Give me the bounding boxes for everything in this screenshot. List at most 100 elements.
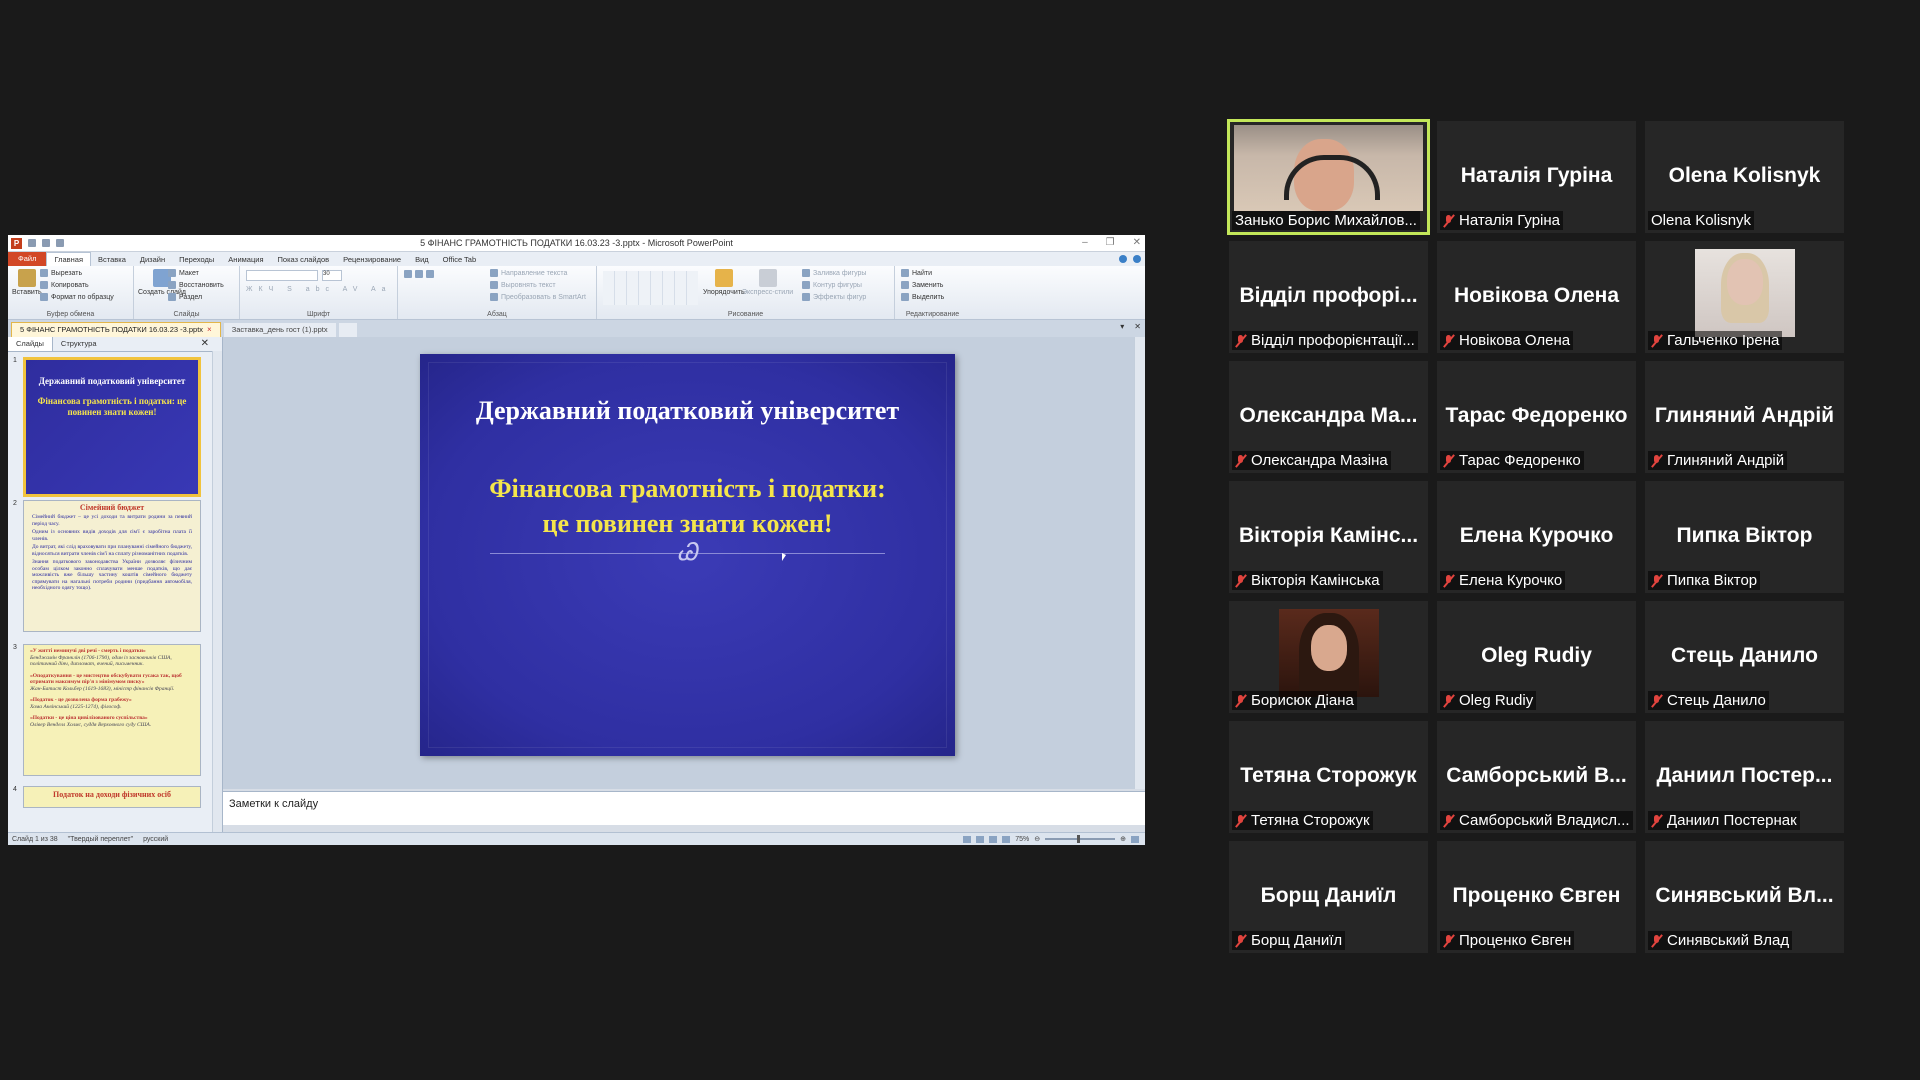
copy-button[interactable]: Копировать — [40, 281, 89, 289]
fit-slide-icon[interactable] — [1131, 835, 1139, 843]
participant-display-name: Борщ Даниїл — [1260, 884, 1397, 907]
shapes-gallery[interactable] — [603, 271, 698, 305]
paste-button[interactable]: Вставить — [12, 269, 42, 296]
participant-display-name: Стець Данило — [1671, 644, 1818, 667]
reset-button[interactable]: Восстановить — [168, 281, 224, 289]
participant-tile[interactable]: Вікторія Камінс... Вікторія Камінська — [1229, 481, 1428, 593]
participant-tile[interactable]: Наталія Гуріна Наталія Гуріна — [1437, 121, 1636, 233]
replace-button[interactable]: Заменить — [901, 281, 943, 289]
participant-tile[interactable]: Новікова Олена Новікова Олена — [1437, 241, 1636, 353]
zoom-out-icon[interactable]: ⊖ — [1034, 835, 1040, 843]
align-text-button[interactable]: Выровнять текст — [490, 281, 556, 289]
text-direction-button[interactable]: Направление текста — [490, 269, 567, 277]
tab-review[interactable]: Рецензирование — [336, 255, 408, 264]
doc-tab[interactable]: Заставка_день гост (1).pptx — [223, 323, 336, 337]
participant-tile[interactable]: Даниил Постер... Даниил Постернак — [1645, 721, 1844, 833]
slide-title[interactable]: Державний податковий університет — [420, 396, 955, 426]
language[interactable]: русский — [143, 836, 168, 843]
find-button[interactable]: Найти — [901, 269, 932, 277]
tab-design[interactable]: Дизайн — [133, 255, 172, 264]
format-painter-button[interactable]: Формат по образцу — [40, 293, 114, 301]
doc-tab-active[interactable]: 5 ФІНАНС ГРАМОТНІСТЬ ПОДАТКИ 16.03.23 -3… — [11, 322, 221, 337]
participant-tile[interactable]: Самборський В... Самборський Владисл... — [1437, 721, 1636, 833]
participant-tile[interactable]: Елена Курочко Елена Курочко — [1437, 481, 1636, 593]
close-tab-icon[interactable]: × — [207, 323, 212, 337]
panel-scrollbar[interactable] — [212, 351, 222, 835]
section-button[interactable]: Раздел — [168, 293, 202, 301]
participant-tile[interactable]: Стець Данило Стець Данило — [1645, 601, 1844, 713]
bullets-button[interactable] — [404, 270, 434, 278]
ribbon-minimize-icon[interactable] — [1119, 255, 1127, 263]
slide-subtitle-line-1[interactable]: Фінансова грамотність і податки: — [420, 474, 955, 504]
canvas-scrollbar[interactable] — [1134, 337, 1145, 789]
participant-tile[interactable]: Відділ профорі... Відділ профорієнтації.… — [1229, 241, 1428, 353]
participant-tile[interactable]: Olena Kolisnyk Olena Kolisnyk — [1645, 121, 1844, 233]
zoom-in-icon[interactable]: ⊕ — [1120, 835, 1126, 843]
font-size-select[interactable]: 30 — [322, 270, 342, 281]
quick-styles-button[interactable]: Экспресс-стили — [742, 269, 793, 296]
normal-view-icon[interactable] — [963, 835, 972, 843]
slide-thumbnail-2[interactable]: 2 Сімейний бюджет Сімейний бюджет – це у… — [13, 500, 201, 632]
tab-outline[interactable]: Структура — [53, 337, 105, 351]
text-direction-icon — [490, 269, 498, 277]
close-icon[interactable]: ✕ — [1133, 237, 1141, 248]
minimize-icon[interactable]: – — [1082, 237, 1088, 248]
tab-office-tab[interactable]: Office Tab — [436, 255, 484, 264]
participant-tile[interactable]: Тарас Федоренко Тарас Федоренко — [1437, 361, 1636, 473]
slide-canvas[interactable]: Державний податковий університет Фінансо… — [223, 337, 1135, 789]
notes-pane[interactable]: Заметки к слайду — [223, 791, 1145, 825]
sorter-view-icon[interactable] — [976, 835, 985, 843]
tab-slides[interactable]: Слайды — [8, 337, 53, 351]
slide-thumbnail-3[interactable]: 3 «У житті неминучі дві речі - смерть і … — [13, 644, 201, 776]
restore-icon[interactable]: ❐ — [1106, 237, 1115, 248]
redo-icon[interactable] — [56, 239, 64, 247]
participant-tile[interactable]: Борисюк Діана — [1229, 601, 1428, 713]
shape-fill-button[interactable]: Заливка фигуры — [802, 269, 866, 277]
arrange-icon — [714, 269, 733, 287]
select-button[interactable]: Выделить — [901, 293, 944, 301]
participant-tile[interactable]: Гальченко Ірена — [1645, 241, 1844, 353]
slide-subtitle-line-2[interactable]: це повинен знати кожен! — [420, 509, 955, 539]
slide-thumbnail-1[interactable]: 1 Державний податковий університет Фінан… — [13, 357, 201, 497]
zoom-slider[interactable] — [1045, 835, 1116, 843]
close-document-icon[interactable]: ✕ — [1134, 322, 1141, 331]
zoom-level[interactable]: 75% — [1015, 836, 1029, 843]
tab-list-dropdown-icon[interactable]: ▾ — [1120, 322, 1124, 331]
tab-transitions[interactable]: Переходы — [172, 255, 221, 264]
cut-button[interactable]: Вырезать — [40, 269, 82, 277]
save-icon[interactable] — [28, 239, 36, 247]
slide-thumbnail-4[interactable]: 4 Податок на доходи фізичних осіб — [13, 786, 201, 808]
tab-slideshow[interactable]: Показ слайдов — [271, 255, 337, 264]
participant-tile[interactable]: Борщ Даниїл Борщ Даниїл — [1229, 841, 1428, 953]
participant-tile[interactable]: Синявський Вл... Синявський Влад — [1645, 841, 1844, 953]
new-tab-button[interactable] — [338, 323, 357, 337]
participant-tile[interactable]: Глиняний Андрій Глиняний Андрій — [1645, 361, 1844, 473]
font-style-buttons[interactable]: ЖКЧ S abc AV Aa — [246, 286, 392, 293]
tab-file[interactable]: Файл — [8, 252, 47, 266]
smartart-button[interactable]: Преобразовать в SmartArt — [490, 293, 586, 301]
layout-icon — [168, 269, 176, 277]
arrange-button[interactable]: Упорядочить — [703, 269, 745, 296]
slideshow-view-icon[interactable] — [1002, 835, 1011, 843]
mic-muted-icon — [1235, 334, 1247, 348]
tab-animation[interactable]: Анимация — [221, 255, 270, 264]
copy-icon — [40, 281, 48, 289]
participant-tile[interactable]: Тетяна Сторожук Тетяна Сторожук — [1229, 721, 1428, 833]
reading-view-icon[interactable] — [989, 835, 998, 843]
shape-effects-button[interactable]: Эффекты фигур — [802, 293, 866, 301]
participant-tile[interactable]: Пипка Віктор Пипка Віктор — [1645, 481, 1844, 593]
help-icon[interactable] — [1133, 255, 1141, 263]
close-panel-icon[interactable]: ✕ — [193, 337, 217, 351]
layout-button[interactable]: Макет — [168, 269, 199, 277]
slide-1[interactable]: Державний податковий університет Фінансо… — [420, 354, 955, 756]
tab-insert[interactable]: Вставка — [91, 255, 133, 264]
participant-tile-active-speaker[interactable]: Занько Борис Михайлов... — [1227, 119, 1430, 235]
tab-home[interactable]: Главная — [46, 252, 91, 266]
shape-outline-button[interactable]: Контур фигуры — [802, 281, 862, 289]
participant-tile[interactable]: Олександра Ма... Олександра Мазіна — [1229, 361, 1428, 473]
participant-tile[interactable]: Oleg Rudiy Oleg Rudiy — [1437, 601, 1636, 713]
tab-view[interactable]: Вид — [408, 255, 436, 264]
participant-tile[interactable]: Проценко Євген Проценко Євген — [1437, 841, 1636, 953]
font-family-select[interactable] — [246, 270, 318, 281]
undo-icon[interactable] — [42, 239, 50, 247]
